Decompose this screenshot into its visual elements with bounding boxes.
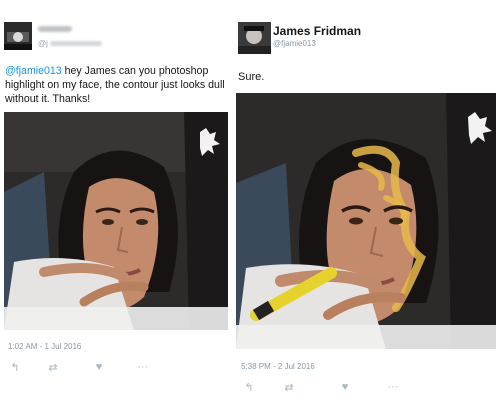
user-avatar[interactable] — [4, 22, 32, 50]
tweet-actions: ↰ ⇄ ♥ ··· — [8, 360, 168, 374]
tweet-text: @fjamie013 hey James can you photoshop h… — [5, 64, 233, 106]
retweet-icon[interactable]: ⇄ — [282, 380, 296, 394]
tweet-timestamp[interactable]: 1:02 AM - 1 Jul 2016 — [8, 342, 81, 351]
reply-icon[interactable]: ↰ — [8, 360, 22, 374]
user-handle-blurred: @j — [38, 39, 102, 48]
user-handle[interactable]: @fjamie013 — [273, 39, 316, 48]
tweet-photo[interactable] — [236, 93, 496, 349]
user-name[interactable]: James Fridman — [273, 24, 361, 38]
retweet-icon[interactable]: ⇄ — [46, 360, 60, 374]
reply-icon[interactable]: ↰ — [242, 380, 256, 394]
tweet-actions: ↰ ⇄ ♥ ··· — [242, 380, 402, 394]
tweet-text: Sure. — [238, 71, 265, 83]
user-avatar[interactable] — [238, 22, 271, 54]
like-icon[interactable]: ♥ — [92, 360, 106, 374]
tweet-timestamp[interactable]: 5:38 PM - 2 Jul 2016 — [241, 362, 315, 371]
tweet-photo[interactable] — [4, 112, 228, 330]
original-tweet: @j @fjamie013 hey James can you photosho… — [0, 0, 236, 414]
mention-link[interactable]: @fjamie013 — [5, 65, 62, 77]
more-icon[interactable]: ··· — [136, 360, 150, 374]
like-icon[interactable]: ♥ — [338, 380, 352, 394]
more-icon[interactable]: ··· — [386, 380, 400, 394]
reply-tweet: James Fridman @fjamie013 Sure. 5:38 PM -… — [236, 0, 500, 414]
user-name-blurred — [38, 26, 72, 32]
